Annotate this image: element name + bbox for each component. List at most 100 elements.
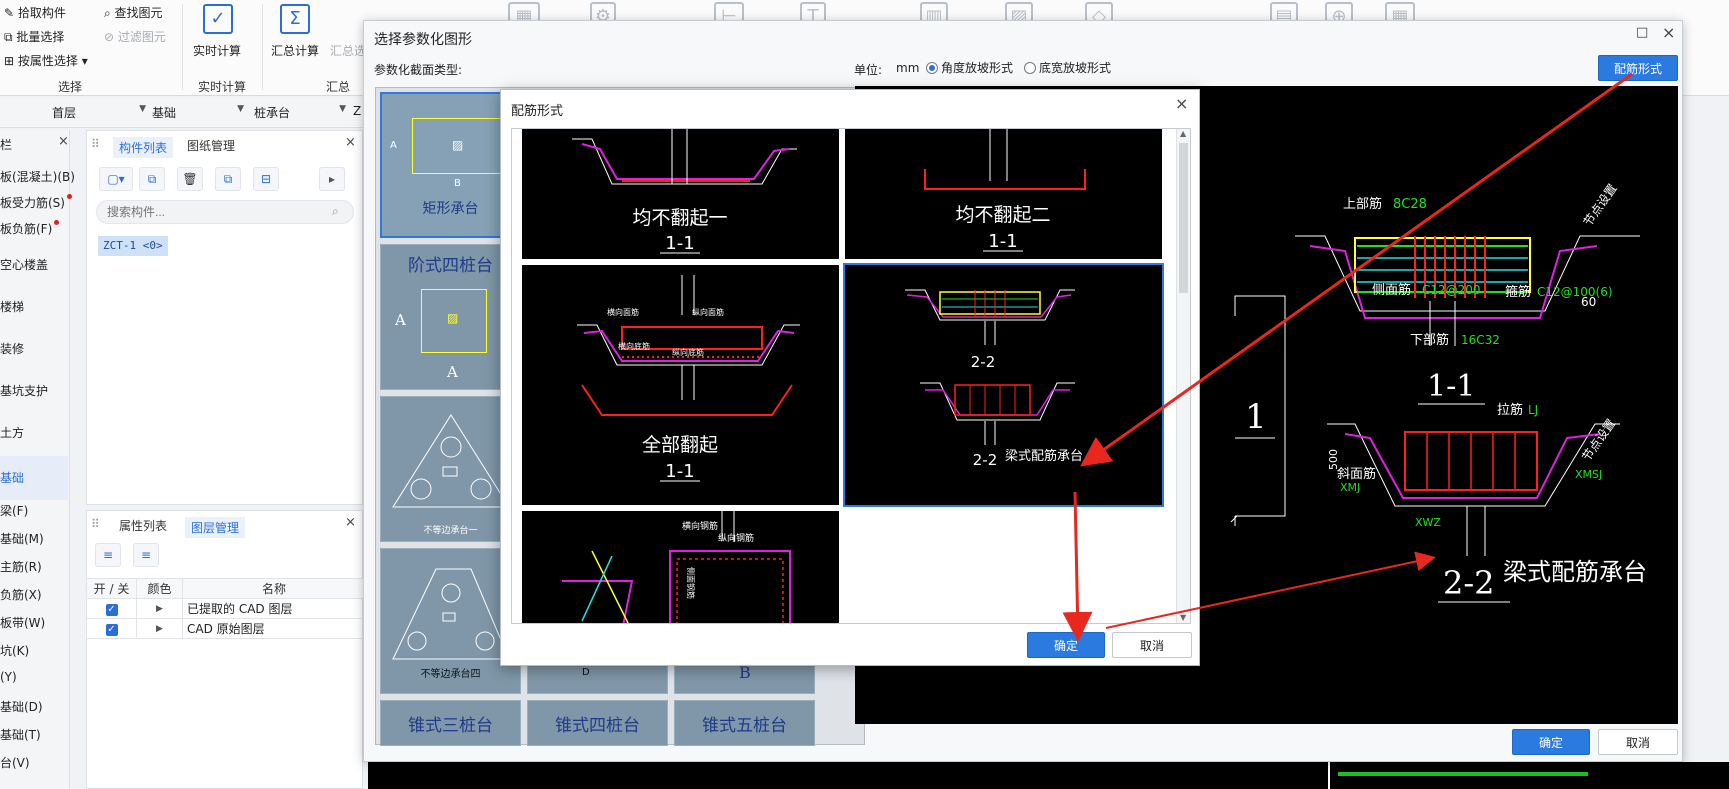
floor-combo-bar: 首层 ▼ 基础 ▼ 桩承台 ▼ Z (0, 98, 363, 128)
thumb-cone-five[interactable]: 锥式五桩台 (674, 700, 815, 746)
rebar-form-cell[interactable]: 横向钢筋 纵向钢筋 侧面钢筋 (522, 511, 839, 623)
hatch-icon[interactable]: ▨ (1005, 2, 1033, 27)
col-color: 颜色 (136, 578, 183, 599)
layer-hide-icon[interactable]: ≡ (133, 543, 159, 567)
realtime-calc-icon[interactable]: ✓ (203, 4, 233, 34)
copy-icon[interactable]: ⧉ (139, 167, 165, 191)
maximize-icon[interactable]: □ (1636, 25, 1648, 40)
sidebar-item[interactable]: 板受力筋(S) (0, 194, 72, 211)
rebar-form-button[interactable]: 配筋形式 (1598, 55, 1678, 81)
sidebar-item[interactable]: 板带(W) (0, 614, 45, 631)
dialog-ok-button[interactable]: 确定 (1512, 729, 1590, 755)
sidebar-item[interactable]: 基坑支护 (0, 382, 48, 399)
save-icon[interactable]: ⊟ (253, 167, 279, 191)
scroll-thumb[interactable] (1179, 143, 1188, 293)
sidebar-item[interactable]: 基础 (0, 456, 68, 500)
sidebar-item[interactable]: 板负筋(F) (0, 220, 60, 237)
summary-calc-icon[interactable]: Σ (280, 4, 310, 34)
sidebar-item[interactable]: 空心楼盖 (0, 256, 48, 273)
table-row[interactable]: ✓ ▶ CAD 原始图层 (86, 618, 366, 639)
sidebar-item[interactable]: 板(混凝土)(B) (0, 168, 75, 185)
more-icon[interactable]: ▸ (319, 167, 345, 191)
expand-icon[interactable]: ▶ (136, 618, 183, 639)
grid-icon[interactable]: ▦ (508, 2, 540, 27)
sidebar-item[interactable]: 土方 (0, 424, 24, 441)
filter-element-button[interactable]: ⊘ 过滤图元 (104, 28, 166, 45)
category-select[interactable]: 基础 ▼ (152, 104, 246, 124)
select-by-attribute-button[interactable]: ⊞ 按属性选择 ▾ (4, 52, 88, 69)
scroll-down-icon[interactable]: ▼ (1180, 613, 1186, 622)
summary-calc-button[interactable]: 汇总计算 (271, 42, 319, 59)
component-list-item[interactable]: ZCT-1 <0> (98, 236, 168, 256)
expand-icon[interactable]: ▶ (136, 598, 183, 619)
close-icon[interactable]: × (1175, 94, 1188, 113)
delete-icon[interactable]: 🗑 (177, 167, 203, 191)
ruler-icon[interactable]: ⊢ (714, 2, 744, 27)
table-icon[interactable]: ▥ (920, 2, 948, 27)
svg-text:60: 60 (1581, 295, 1596, 309)
sidebar-item[interactable]: 台(V) (0, 754, 30, 771)
table-row[interactable]: ✓ ▶ 已提取的 CAD 图层 (86, 598, 366, 619)
rebar-form-cell-selected[interactable]: 2-2 2-2 梁式配筋承台 (843, 263, 1164, 507)
search-component-input[interactable] (96, 200, 354, 224)
close-icon[interactable]: × (58, 134, 69, 149)
rebar-cancel-button[interactable]: 取消 (1112, 632, 1192, 658)
sidebar-item[interactable]: 负筋(X) (0, 586, 42, 603)
sidebar-item[interactable]: 基础(D) (0, 698, 43, 715)
chevron-down-icon: ▼ (339, 104, 346, 114)
batch-select-button[interactable]: ⧉ 批量选择 (4, 28, 64, 45)
scrollbar[interactable]: ▲ ▼ (1176, 129, 1190, 623)
pick-component-button[interactable]: ✎ 拾取构件 (4, 4, 66, 21)
svg-text:梁式配筋承台: 梁式配筋承台 (1503, 558, 1647, 586)
grid-view-icon[interactable]: ▦ (1385, 2, 1415, 27)
sidebar-item[interactable]: 装修 (0, 340, 24, 357)
component-tree-panel: 栏 × 板(混凝土)(B) 板受力筋(S) 板负筋(F) 空心楼盖 楼梯 装修 基坑支护 土方… (0, 130, 75, 789)
close-icon[interactable]: × (1662, 23, 1675, 42)
tab-layer-manage[interactable]: 图层管理 (185, 517, 246, 538)
radio-angle-slope[interactable]: 角度放坡形式 (926, 59, 1013, 76)
find-element-button[interactable]: ⌕ 查找图元 (104, 4, 163, 21)
summary-selected-button[interactable]: 汇总选 (330, 42, 366, 59)
sidebar-item[interactable]: 楼梯 (0, 298, 24, 315)
cad-canvas-background (368, 762, 1729, 789)
thumb-cone-three[interactable]: 锥式三桩台 (380, 700, 521, 746)
drag-handle-icon[interactable]: ⠿ (91, 517, 100, 531)
floor-select[interactable]: 首层 ▼ (52, 104, 148, 124)
sidebar-item[interactable]: 基础(T) (0, 726, 41, 743)
sidebar-item[interactable]: 主筋(R) (0, 558, 42, 575)
checkbox-icon[interactable]: ✓ (105, 624, 118, 636)
new-component-icon[interactable]: ▢▾ (99, 167, 133, 191)
duplicate-icon[interactable]: ⧉ (215, 167, 241, 191)
thumb-cone-four[interactable]: 锥式四桩台 (527, 700, 668, 746)
tab-property-list[interactable]: 属性列表 (119, 517, 167, 534)
realtime-calc-button[interactable]: 实时计算 (193, 42, 241, 59)
rebar-form-cell[interactable]: 均不翻起二 1-1 (845, 129, 1162, 259)
rebar-form-cell[interactable]: 横向面筋 纵向面筋 横向底筋 纵向底筋 全部翻起 1-1 (522, 265, 839, 505)
sidebar-item[interactable]: 基础(M) (0, 530, 44, 547)
rebar-ok-button[interactable]: 确定 (1027, 632, 1105, 658)
sidebar-item[interactable]: 坑(K) (0, 642, 29, 659)
checkbox-icon[interactable]: ✓ (105, 604, 118, 616)
scroll-up-icon[interactable]: ▲ (1180, 129, 1186, 138)
close-icon[interactable]: × (345, 515, 356, 530)
sidebar-item[interactable]: (Y) (0, 670, 17, 684)
document-icon[interactable]: ▤ (1270, 2, 1298, 27)
dialog-cancel-button[interactable]: 取消 (1598, 729, 1678, 755)
component-icon[interactable]: ⚙ (590, 2, 616, 27)
tab-component-list[interactable]: 构件列表 (113, 137, 174, 158)
layer-show-icon[interactable]: ≡ (95, 543, 121, 567)
drag-handle-icon[interactable]: ⠿ (91, 137, 100, 151)
type-select[interactable]: 桩承台 ▼ (254, 104, 348, 124)
text-icon[interactable]: T (800, 2, 826, 27)
extra-select[interactable]: Z (353, 104, 363, 124)
sidebar-item-label: 板(混凝土)(B) (0, 170, 75, 184)
radio-width-slope[interactable]: 底宽放坡形式 (1024, 59, 1111, 76)
close-icon[interactable]: × (345, 135, 356, 150)
tab-drawing-manage[interactable]: 图纸管理 (187, 137, 235, 154)
layer-icon[interactable]: ◇ (1085, 2, 1113, 27)
rebar-form-cell[interactable]: 均不翻起一 1-1 (522, 129, 839, 259)
zoom-icon[interactable]: ⊕ (1325, 2, 1353, 27)
search-icon[interactable]: ⌕ (332, 204, 339, 219)
sidebar-item[interactable]: 梁(F) (0, 502, 28, 519)
col-onoff: 开 / 关 (86, 578, 137, 599)
